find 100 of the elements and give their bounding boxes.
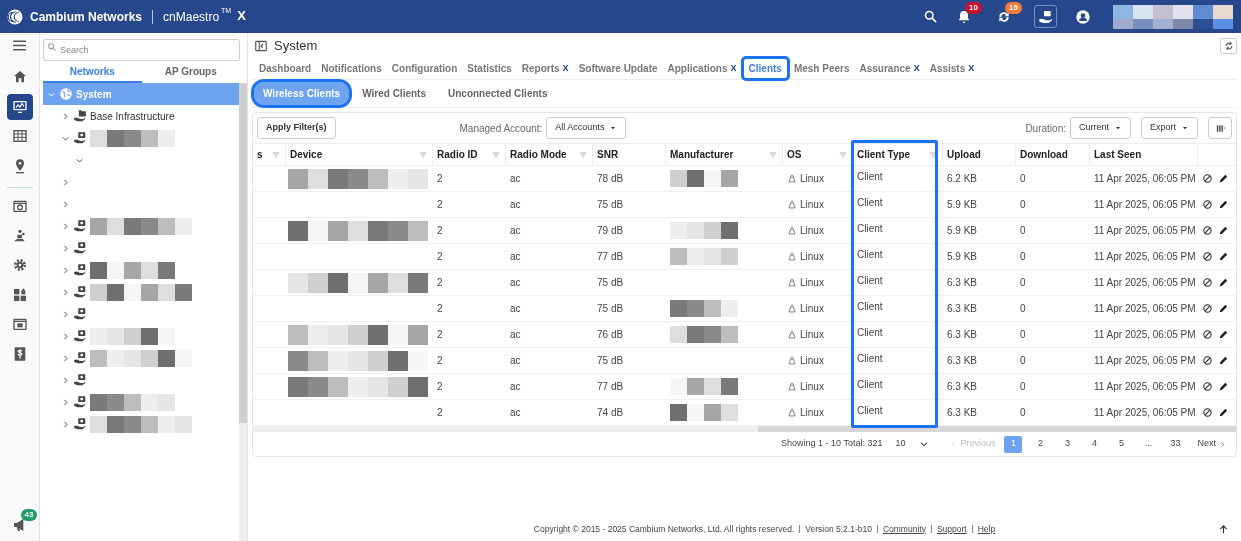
apply-filters-button[interactable]: Apply Filter(s)	[257, 117, 336, 139]
block-icon[interactable]	[1202, 381, 1213, 392]
hand-icon	[1037, 8, 1054, 25]
edit-icon[interactable]	[1218, 329, 1229, 340]
column-header[interactable]: SNR	[597, 147, 619, 162]
edit-icon[interactable]	[1218, 225, 1229, 236]
table-cell-text: 0	[1020, 354, 1026, 368]
table-cell-text: 11 Apr 2025, 06:05 PM	[1094, 302, 1196, 316]
page-tab[interactable]: Assists X	[924, 59, 980, 78]
page-size-dropdown[interactable]: 10	[895, 437, 930, 451]
block-icon[interactable]	[1202, 407, 1213, 418]
duration-dropdown[interactable]: Current	[1069, 117, 1131, 139]
page-button[interactable]: 33	[1166, 435, 1185, 453]
blurred-text-drawing	[670, 170, 738, 187]
page-tab[interactable]: Applications X	[662, 59, 742, 78]
block-icon[interactable]	[1202, 173, 1213, 184]
page-button[interactable]: 5	[1112, 435, 1131, 453]
table-cell-text: 2	[437, 172, 443, 186]
collapse-panel-icon[interactable]	[254, 39, 268, 53]
page-tab[interactable]: Configuration	[386, 59, 463, 78]
scroll-to-top-icon[interactable]	[1218, 523, 1229, 535]
table-cell-text: 0	[1020, 276, 1026, 290]
table-cell-text: 0	[1020, 302, 1026, 316]
close-mark[interactable]: X	[730, 61, 737, 76]
block-icon[interactable]	[1202, 303, 1213, 314]
column-header[interactable]: Download	[1020, 147, 1068, 162]
table-cell-text: 11 Apr 2025, 06:05 PM	[1094, 354, 1196, 368]
block-icon[interactable]	[1202, 251, 1213, 262]
page-button[interactable]: 3	[1058, 435, 1077, 453]
penguin-icon	[787, 277, 797, 288]
page-tab[interactable]: Software Update	[573, 59, 663, 78]
panel-tab[interactable]: AP Groups	[141, 62, 240, 83]
page-tab[interactable]: Statistics	[462, 59, 517, 78]
edit-icon[interactable]	[1218, 251, 1229, 262]
page-button[interactable]: 4	[1085, 435, 1104, 453]
table-cell-text: 2	[437, 354, 443, 368]
footer-link[interactable]: Community	[882, 522, 926, 536]
user-icon[interactable]	[1075, 8, 1091, 25]
page-tab[interactable]: Assurance X	[854, 59, 925, 78]
table-cell-text: Client	[857, 222, 883, 236]
next-link[interactable]: Next	[1197, 437, 1226, 451]
table-cell-text: 0	[1020, 224, 1026, 238]
edit-icon[interactable]	[1218, 277, 1229, 288]
close-mark[interactable]: X	[562, 61, 569, 76]
subtab[interactable]: Wired Clients	[353, 82, 435, 105]
tree-label[interactable]: Base Infrastructure	[90, 108, 175, 124]
block-icon[interactable]	[1202, 199, 1213, 210]
search-icon[interactable]	[923, 9, 938, 24]
column-header[interactable]: Client Type	[857, 147, 911, 162]
page-tab[interactable]: Notifications	[316, 59, 387, 78]
penguin-icon	[787, 303, 797, 314]
folder-icon	[73, 109, 87, 123]
pagination-summary: Showing 1 - 10 Total: 321	[781, 437, 883, 451]
filter-icon[interactable]	[928, 149, 938, 160]
edit-icon[interactable]	[1218, 173, 1229, 184]
column-header[interactable]: Radio ID	[437, 147, 478, 162]
table-cell-text: ac	[510, 406, 521, 420]
footer-link[interactable]: Support	[936, 522, 967, 536]
column-header[interactable]: Manufacturer	[670, 147, 734, 162]
table-cell-text: 6.3 KB	[947, 276, 978, 290]
column-header[interactable]: Upload	[947, 147, 981, 162]
block-icon[interactable]	[1202, 277, 1213, 288]
penguin-icon	[787, 173, 797, 184]
scrollbar[interactable]	[239, 83, 247, 541]
chevron-down-icon	[919, 439, 930, 449]
close-mark[interactable]: X	[968, 61, 975, 76]
subtab[interactable]: Unconnected Clients	[439, 82, 557, 105]
page-tab[interactable]: Mesh Peers	[788, 59, 855, 78]
column-header[interactable]: Radio Mode	[510, 147, 567, 162]
close-mark[interactable]: X	[913, 61, 920, 76]
export-dropdown[interactable]: Export	[1141, 117, 1198, 139]
monitor-icon[interactable]	[6, 93, 33, 120]
table-cell-text: ac	[510, 354, 521, 368]
account-dropdown[interactable]: All Accounts	[546, 117, 627, 139]
page-tab[interactable]: Clients	[743, 59, 787, 78]
penguin-icon	[787, 355, 797, 366]
search-field[interactable]: Search	[43, 39, 240, 61]
page-button[interactable]: 2	[1031, 435, 1050, 453]
column-header[interactable]: OS	[787, 147, 802, 162]
edit-icon[interactable]	[1218, 303, 1229, 314]
support-button[interactable]	[1034, 5, 1057, 28]
edit-icon[interactable]	[1218, 355, 1229, 366]
edit-icon[interactable]	[1218, 381, 1229, 392]
bell-icon[interactable]	[956, 8, 972, 25]
page-button[interactable]: ...	[1139, 435, 1158, 453]
column-header[interactable]: Device	[290, 147, 323, 162]
footer-link[interactable]: Help	[977, 522, 996, 536]
table-cell-text: Linux	[800, 380, 824, 394]
page-tab[interactable]: Dashboard	[254, 59, 317, 78]
refresh-button[interactable]	[1220, 38, 1237, 54]
column-header[interactable]: Last Seen	[1094, 147, 1142, 162]
horizontal-scrollbar[interactable]	[253, 426, 1236, 432]
column-chooser-button[interactable]	[1208, 117, 1232, 139]
column-header[interactable]: s	[257, 147, 263, 162]
block-icon[interactable]	[1202, 329, 1213, 340]
edit-icon[interactable]	[1218, 199, 1229, 210]
page-tab[interactable]: Reports X	[516, 59, 574, 78]
block-icon[interactable]	[1202, 355, 1213, 366]
block-icon[interactable]	[1202, 225, 1213, 236]
edit-icon[interactable]	[1218, 407, 1229, 418]
